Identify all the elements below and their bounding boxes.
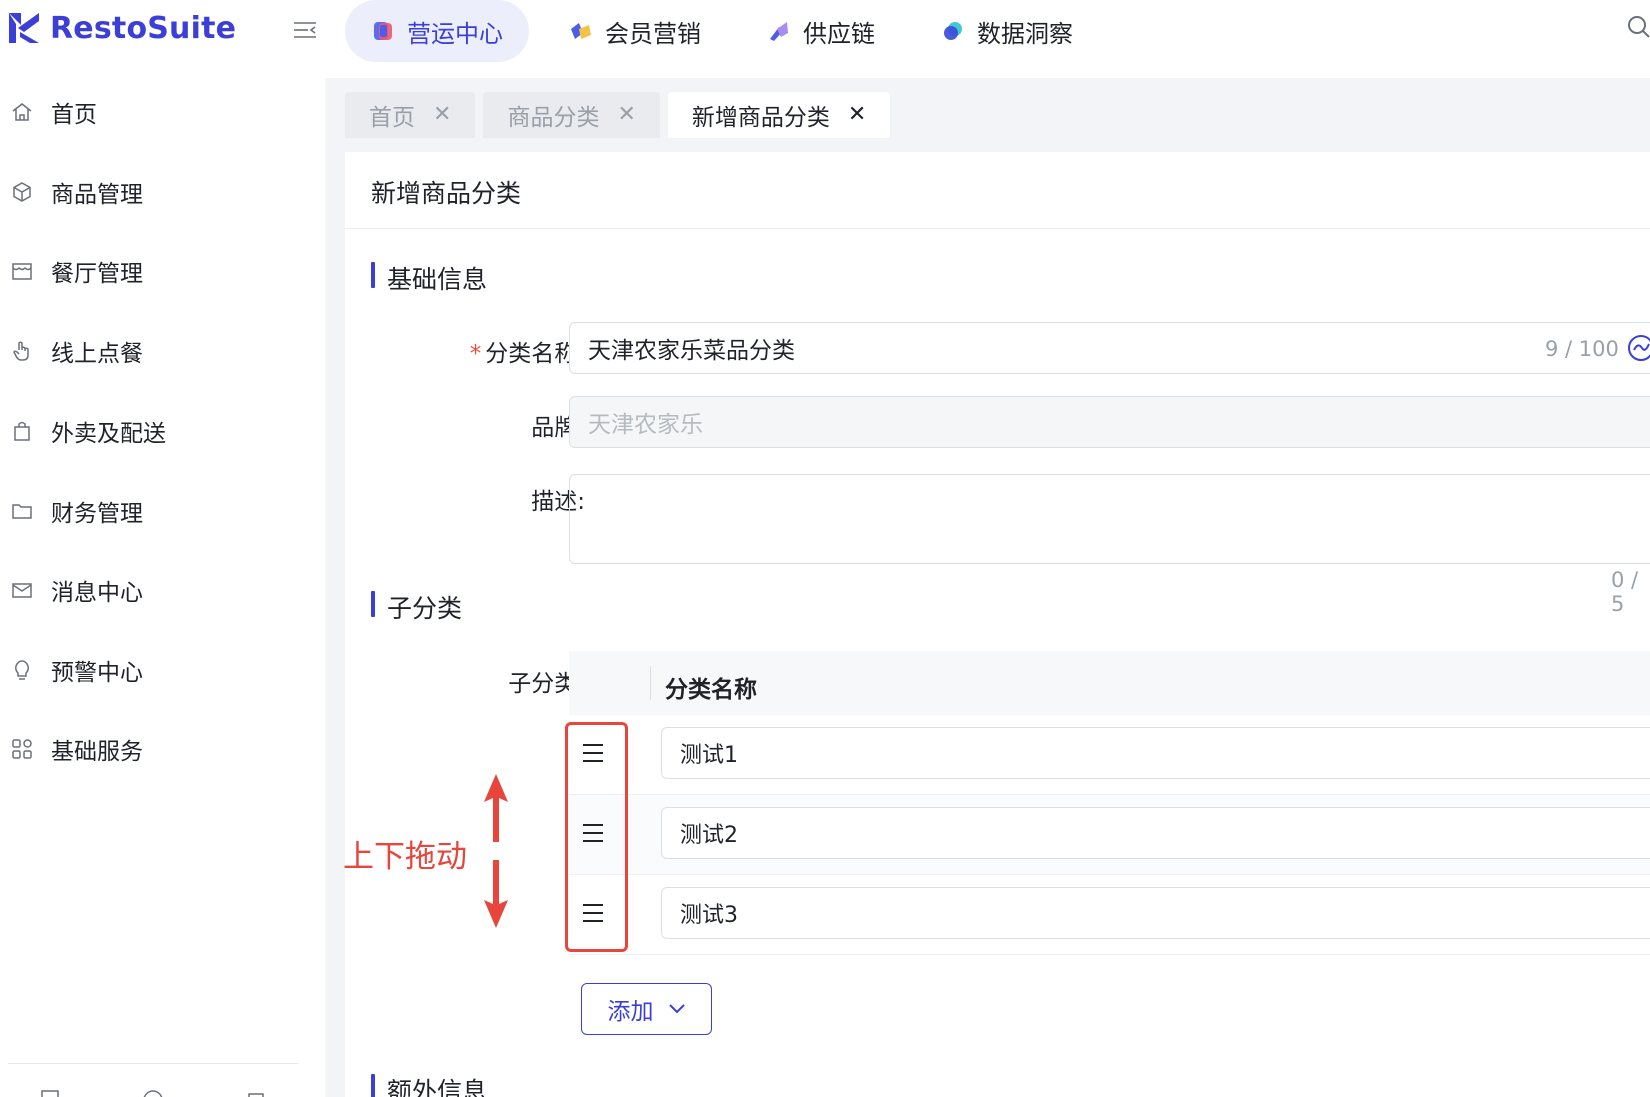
grid-icon: [12, 739, 32, 759]
table-row: 测试2: [569, 795, 1650, 875]
subcategory-name-input[interactable]: 测试2: [661, 807, 1650, 859]
membership-icon: [571, 23, 591, 39]
topnav-item-operations[interactable]: 营运中心: [345, 0, 529, 62]
description-label: 描述:: [531, 489, 585, 515]
tab-label: 新增商品分类: [691, 105, 830, 131]
home-icon: [12, 103, 32, 121]
data-insight-icon: [944, 22, 962, 40]
page-title: 新增商品分类: [371, 179, 522, 208]
sidebar-item-home[interactable]: 首页: [0, 92, 325, 132]
sidebar-item-label: 首页: [51, 102, 97, 128]
bulb-icon: [15, 660, 29, 680]
sidebar-item-finance[interactable]: 财务管理: [0, 491, 325, 531]
sidebar-divider: [8, 1063, 298, 1064]
sidebar-item-online-ordering[interactable]: 线上点餐: [0, 331, 325, 371]
add-button-label: 添加: [607, 999, 654, 1025]
topnav-item-data-insight[interactable]: 数据洞察: [915, 0, 1099, 62]
topnav-item-supply-chain[interactable]: 供应链: [741, 0, 901, 62]
subcategory-label: 子分类:: [508, 671, 585, 697]
category-name-label: * 分类名称:: [335, 334, 585, 368]
sidebar-item-products[interactable]: 商品管理: [0, 172, 325, 212]
sidebar-item-delivery[interactable]: 外卖及配送: [0, 411, 325, 451]
up-down-arrow-icon: [484, 774, 508, 928]
sidebar-item-basic-services[interactable]: 基础服务: [0, 729, 325, 769]
top-nav: 营运中心 会员营销 供应链 数据洞察: [345, 0, 1113, 62]
cube-icon: [13, 182, 31, 202]
settings-icon[interactable]: [244, 1088, 268, 1097]
input-value: 测试1: [680, 743, 738, 768]
app-name: RestoSuite: [50, 10, 237, 46]
input-value: 天津农家乐: [588, 412, 703, 438]
add-button[interactable]: 添加: [581, 983, 712, 1035]
tab-label: 商品分类: [507, 105, 600, 131]
category-name-input[interactable]: 天津农家乐菜品分类: [569, 322, 1650, 374]
supply-chain-icon: [770, 22, 788, 41]
sidebar-item-restaurants[interactable]: 餐厅管理: [0, 251, 325, 291]
restosuite-logo-icon: [9, 13, 39, 43]
menu-collapse-icon[interactable]: [292, 18, 318, 42]
name-char-counter: 9 / 100: [1545, 337, 1619, 361]
input-value: 测试3: [680, 903, 738, 928]
mail-icon: [12, 583, 32, 598]
subcategory-name-input[interactable]: 测试3: [661, 887, 1650, 939]
section-title-extra: 额外信息: [371, 1072, 487, 1097]
topnav-label: 营运中心: [407, 19, 503, 48]
sidebar-item-label: 外卖及配送: [51, 421, 166, 447]
header-divider: [650, 666, 651, 700]
drag-hint-text: 上下拖动: [343, 839, 467, 875]
drag-highlight-box: [565, 722, 628, 952]
store-icon: [12, 263, 32, 280]
tab-new-product-category[interactable]: 新增商品分类 ✕: [667, 92, 891, 138]
sidebar-item-label: 财务管理: [51, 501, 143, 527]
sidebar-item-label: 基础服务: [51, 739, 143, 765]
wallet-icon: [12, 504, 32, 519]
subcategory-name-input[interactable]: 测试1: [661, 727, 1650, 779]
translate-icon[interactable]: [1627, 334, 1650, 362]
sidebar-item-label: 商品管理: [51, 182, 143, 208]
desc-char-counter: 0 / 5: [1611, 568, 1639, 616]
brand-label: 品牌:: [531, 415, 585, 441]
section-title-subcategory: 子分类: [371, 589, 462, 625]
column-header-name: 分类名称: [665, 677, 757, 703]
shopping-bag-icon: [14, 421, 30, 441]
close-icon[interactable]: ✕: [848, 104, 866, 126]
chevron-down-icon: [668, 1004, 685, 1014]
topnav-item-membership[interactable]: 会员营销: [543, 0, 727, 62]
search-icon[interactable]: [1626, 14, 1650, 40]
tab-product-category[interactable]: 商品分类 ✕: [483, 92, 660, 138]
main-card: 新增商品分类 基础信息 * 分类名称: 天津农家乐菜品分类 9 / 100 品牌:…: [345, 152, 1650, 1097]
title-divider: [345, 228, 1650, 229]
table-row: 测试3: [569, 875, 1650, 955]
logo[interactable]: RestoSuite: [6, 6, 236, 50]
topnav-label: 供应链: [803, 19, 875, 48]
sidebar-item-messages[interactable]: 消息中心: [0, 570, 325, 610]
brand-input: 天津农家乐: [569, 396, 1650, 448]
page-tabs: 首页 ✕ 商品分类 ✕ 新增商品分类 ✕: [345, 92, 898, 138]
table-row: 测试1: [569, 715, 1650, 795]
document-icon[interactable]: [38, 1088, 62, 1097]
sidebar-item-label: 消息中心: [51, 580, 143, 606]
input-value: 测试2: [680, 823, 738, 848]
topnav-label: 数据洞察: [977, 19, 1073, 48]
topnav-label: 会员营销: [605, 19, 701, 48]
section-title-basic: 基础信息: [371, 260, 487, 296]
sidebar: 首页 商品管理 餐厅管理 线上点餐 外卖及配送 财务管理 消息中心 预警中心 基…: [0, 78, 325, 1097]
sidebar-item-alerts[interactable]: 预警中心: [0, 650, 325, 690]
tab-home[interactable]: 首页 ✕: [345, 92, 476, 138]
operations-icon: [374, 22, 392, 40]
top-bar: RestoSuite 营运中心 会员营销 供应链 数据洞察: [0, 0, 1650, 78]
close-icon[interactable]: ✕: [617, 104, 635, 126]
required-mark: *: [469, 341, 482, 367]
sidebar-item-label: 餐厅管理: [51, 261, 143, 287]
sidebar-item-label: 线上点餐: [51, 341, 143, 367]
tab-label: 首页: [369, 105, 415, 131]
input-value: 天津农家乐菜品分类: [588, 338, 795, 364]
help-icon[interactable]: [141, 1088, 165, 1097]
hand-pointer-icon: [13, 341, 29, 361]
description-textarea[interactable]: [569, 474, 1650, 564]
sidebar-item-label: 预警中心: [51, 660, 143, 686]
close-icon[interactable]: ✕: [433, 104, 451, 126]
